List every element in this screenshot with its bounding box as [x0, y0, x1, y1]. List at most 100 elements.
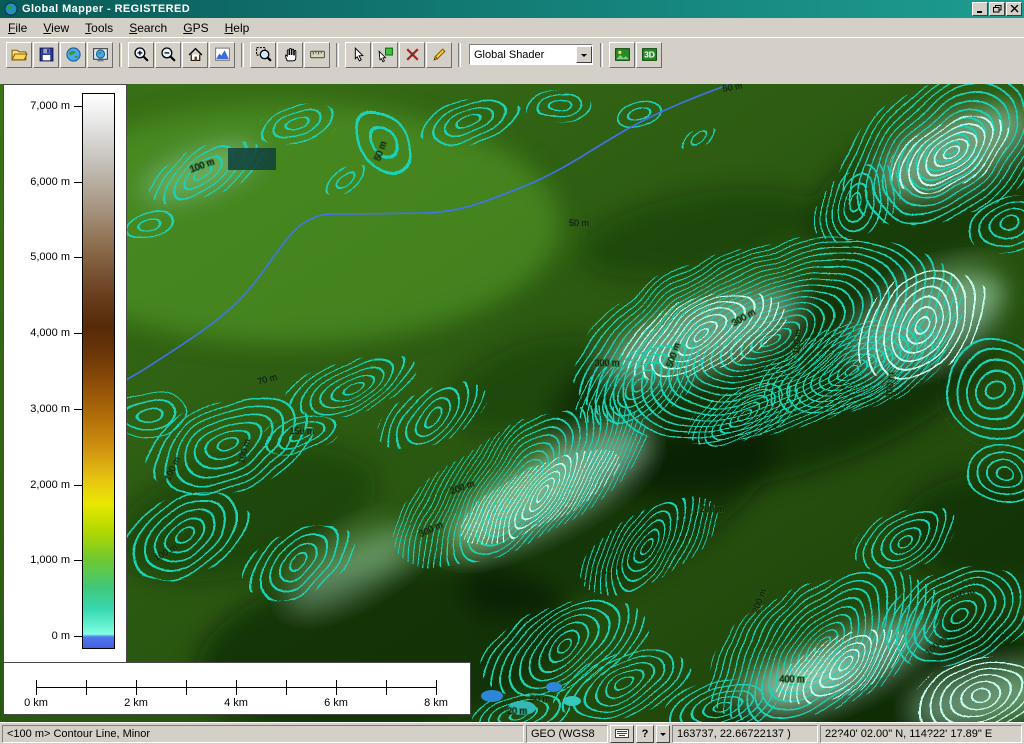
menu-item-search[interactable]: Search: [121, 19, 175, 37]
window-title: Global Mapper - REGISTERED: [22, 3, 968, 15]
restore-button[interactable]: [989, 2, 1005, 16]
contour-label: 50 m: [569, 218, 589, 228]
minimize-button[interactable]: [972, 2, 988, 16]
x-tool-button[interactable]: [399, 42, 425, 68]
elevation-gradient-bar: [82, 93, 115, 649]
pan-tool-button[interactable]: [277, 42, 303, 68]
shader-dropdown[interactable]: Global Shader: [469, 44, 593, 65]
toolbar-separator: [241, 43, 244, 67]
restore-icon: [993, 5, 1002, 13]
toolbar: Global Shader 3D: [0, 37, 1024, 71]
legend-tick-label: 6,000 m: [30, 176, 70, 188]
scalebar-tick: [86, 680, 87, 695]
status-dropdown-button[interactable]: [656, 725, 670, 743]
menu-item-help[interactable]: Help: [217, 19, 258, 37]
legend-tick: [74, 636, 82, 637]
legend-tick-label: 0 m: [52, 630, 70, 642]
status-cursor-coords: 163737, 22.66722137 ): [672, 725, 818, 743]
magnifier-icon: [255, 46, 272, 63]
menu-item-view[interactable]: View: [35, 19, 77, 37]
help-button[interactable]: ?: [636, 725, 654, 743]
info-arrow-icon: [377, 46, 394, 63]
title-bar[interactable]: Global Mapper - REGISTERED: [0, 0, 1024, 18]
keyboard-icon: [615, 729, 629, 738]
contour-label: 300 m: [594, 358, 619, 368]
contour-label: 20 m: [507, 706, 527, 716]
legend-tick: [74, 257, 82, 258]
zoom-tool-button[interactable]: [250, 42, 276, 68]
x-icon: [404, 46, 421, 63]
contour-label: 50 m: [530, 694, 550, 704]
elevation-legend: 7,000 m 6,000 m 5,000 m 4,000 m 3,000 m 2,000…: [3, 84, 127, 664]
save-button[interactable]: [33, 42, 59, 68]
legend-tick: [74, 333, 82, 334]
legend-tick: [74, 106, 82, 107]
profile-chart-icon: [214, 46, 231, 63]
menu-item-gps[interactable]: GPS: [175, 19, 216, 37]
terrain-svg: 50 m100 m50 m50 m70 m150 m100 m100 m100 …: [0, 84, 1024, 722]
open-file-button[interactable]: [6, 42, 32, 68]
house-icon: [187, 46, 204, 63]
scalebar-label: 6 km: [324, 697, 348, 709]
scalebar-tick: [36, 680, 37, 695]
magnifier-plus-icon: [133, 46, 150, 63]
menu-bar: File View Tools Search GPS Help: [0, 18, 1024, 37]
magnifier-minus-icon: [160, 46, 177, 63]
floppy-disk-icon: [38, 46, 55, 63]
menu-item-file[interactable]: File: [0, 19, 35, 37]
digitizer-button[interactable]: [426, 42, 452, 68]
folder-open-icon: [11, 46, 28, 63]
view-3d-button[interactable]: 3D: [636, 42, 662, 68]
path-profile-button[interactable]: [209, 42, 235, 68]
legend-tick-label: 3,000 m: [30, 403, 70, 415]
download-online-imagery-button[interactable]: [60, 42, 86, 68]
dark-patch: [228, 148, 276, 170]
zoom-out-button[interactable]: [155, 42, 181, 68]
legend-tick-label: 7,000 m: [30, 100, 70, 112]
toolbar-separator: [119, 43, 122, 67]
status-position: 22?40' 02.00" N, 114?22' 17.89" E: [820, 725, 1022, 743]
help-label: ?: [642, 728, 649, 740]
legend-tick: [74, 560, 82, 561]
shader-dropdown-value: Global Shader: [474, 49, 544, 61]
status-tool-hint: <100 m> Contour Line, Minor: [2, 725, 524, 743]
status-projection: GEO (WGS8: [526, 725, 608, 743]
measure-tool-button[interactable]: [304, 42, 330, 68]
scalebar-label: 0 km: [24, 697, 48, 709]
globe-window-icon: [92, 46, 109, 63]
scalebar-tick: [286, 680, 287, 695]
full-extent-button[interactable]: [182, 42, 208, 68]
close-button[interactable]: [1006, 2, 1022, 16]
cursor-arrow-icon: [350, 46, 367, 63]
legend-tick-label: 5,000 m: [30, 251, 70, 263]
work-area: 50 m100 m50 m50 m70 m150 m100 m100 m100 …: [0, 71, 1024, 722]
feature-info-button[interactable]: [372, 42, 398, 68]
keyboard-button[interactable]: [610, 725, 634, 743]
scalebar-label: 2 km: [124, 697, 148, 709]
chevron-down-icon: [660, 733, 666, 739]
app-icon: [4, 2, 18, 16]
chevron-down-icon[interactable]: [576, 46, 592, 63]
legend-tick-label: 1,000 m: [30, 554, 70, 566]
scalebar-tick: [236, 680, 237, 695]
map-catalog-button[interactable]: [87, 42, 113, 68]
minimize-icon: [976, 5, 985, 13]
toolbar-separator: [336, 43, 339, 67]
legend-tick: [74, 409, 82, 410]
select-tool-button[interactable]: [345, 42, 371, 68]
map-viewport[interactable]: 50 m100 m50 m50 m70 m150 m100 m100 m100 …: [0, 84, 1024, 722]
legend-tick: [74, 485, 82, 486]
contour-label: 200 m: [699, 504, 724, 514]
3d-icon: 3D: [641, 46, 658, 63]
menu-item-tools[interactable]: Tools: [77, 19, 121, 37]
ruler-icon: [309, 46, 326, 63]
raster-view-button[interactable]: [609, 42, 635, 68]
legend-tick-label: 2,000 m: [30, 479, 70, 491]
close-icon: [1010, 5, 1019, 13]
contour-label: 150 m: [289, 426, 314, 436]
scalebar-tick: [386, 680, 387, 695]
toolbar-separator: [458, 43, 461, 67]
legend-tick-label: 4,000 m: [30, 327, 70, 339]
globe-icon: [65, 46, 82, 63]
zoom-in-button[interactable]: [128, 42, 154, 68]
